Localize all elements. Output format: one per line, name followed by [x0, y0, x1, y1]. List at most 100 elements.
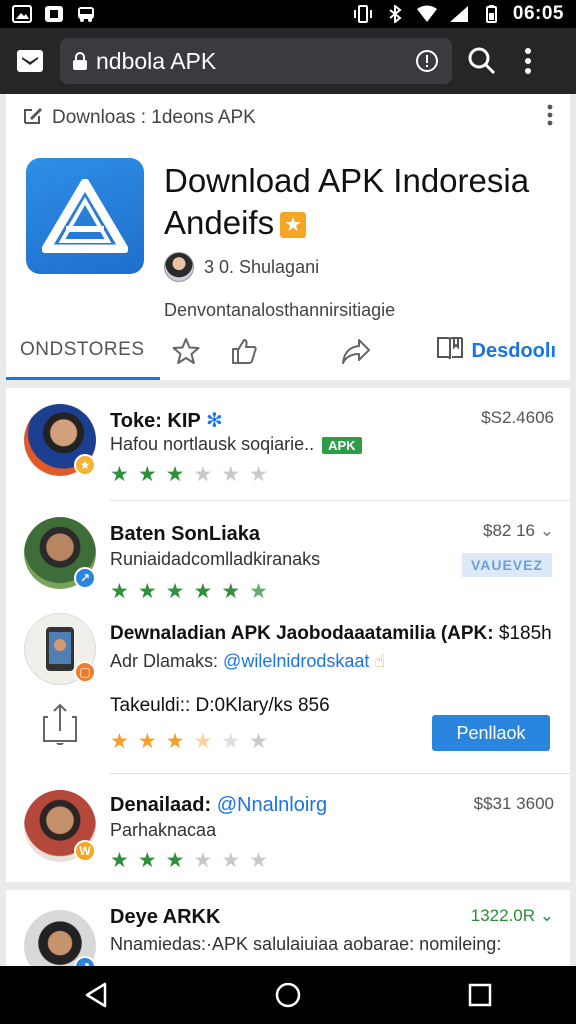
- breadcrumb: Downloas : 1deons APK: [22, 104, 554, 132]
- star-icon: ★: [137, 730, 157, 753]
- download-label: Desdoolı: [471, 339, 556, 362]
- item-price: $S2.4606: [481, 408, 554, 427]
- item-subtitle: Adr Dlamaks: @wilelnidrodskaat ☝: [110, 651, 386, 671]
- rating-stars: ★ ★ ★ ★ ★ ★: [110, 464, 268, 485]
- app-badge-icon: W: [74, 840, 96, 862]
- app-logo: [26, 158, 144, 274]
- item-title: Takeuldi:: D:0Klary/ks 856: [110, 695, 330, 716]
- home-icon[interactable]: [268, 975, 308, 1015]
- recents-icon[interactable]: [460, 975, 500, 1015]
- app-description: Denvontanalosthannirsitiagie: [164, 300, 396, 320]
- share-upload-icon[interactable]: [42, 703, 78, 747]
- star-icon: ★: [165, 849, 185, 872]
- phone-icon: [46, 627, 74, 671]
- item-title: Deye ARKK: [110, 906, 221, 928]
- item-subtitle: Runiaidadcomlladkiranaks: [110, 549, 321, 569]
- more-vert-icon[interactable]: [546, 104, 554, 132]
- chevron-down-icon: ⌄: [539, 906, 554, 925]
- list-item[interactable]: W Denailaad: @Nnalnloirg $$31 3600 Parha…: [6, 774, 570, 882]
- page-title: Download APK Indoresia Andeifs ★: [164, 160, 564, 244]
- item-price: $82 16 ⌄: [483, 521, 554, 540]
- download-link[interactable]: Desdoolı: [436, 335, 556, 367]
- rating-stars: ★ ★ ★ ★ ★ ★: [110, 731, 268, 752]
- star-icon: ★: [137, 580, 157, 603]
- star-icon: ★: [221, 463, 241, 486]
- lock-icon: [72, 52, 88, 70]
- book-icon: [436, 335, 464, 367]
- breadcrumb-text[interactable]: Downloas : 1deons APK: [52, 107, 256, 129]
- app-list-card: ★ Toke: KIP ✻ $S2.4606 Hafou nortlausk s…: [6, 388, 570, 882]
- star-icon: ★: [193, 730, 213, 753]
- a-letter-logo-icon: [42, 179, 128, 253]
- item-subtitle: Nnamiedas:·APK salulaiuiaa aobarae: nomi…: [110, 934, 502, 954]
- browser-toolbar: ndbola APK: [0, 28, 576, 94]
- status-badge: VAUEVEZ: [462, 553, 552, 577]
- share-icon[interactable]: [341, 336, 371, 366]
- app-header-card: Downloas : 1deons APK Download APK Indor…: [6, 94, 570, 380]
- star-icon: ★: [193, 580, 213, 603]
- star-icon: ★: [137, 463, 157, 486]
- clock: 06:05: [512, 3, 564, 24]
- star-icon: ★: [249, 849, 268, 872]
- navigation-bar: [0, 966, 576, 1024]
- star-icon: ★: [249, 580, 268, 603]
- list-item[interactable]: ▢ Dewnaladian APK Jaobodaaatamilia (APK:…: [6, 609, 570, 689]
- download-button[interactable]: Penllaok: [432, 715, 550, 751]
- star-icon: ★: [193, 849, 213, 872]
- search-icon[interactable]: [466, 45, 498, 77]
- signal-icon: [449, 5, 469, 23]
- list-item[interactable]: ↗ Baten SonLiaka $82 16 ⌄ Runiaidadcomll…: [6, 501, 570, 609]
- bluetooth-icon: [385, 3, 405, 25]
- chevron-down-icon: ⌄: [539, 521, 554, 540]
- page-title-line1: Download APK Indoresia: [164, 162, 530, 199]
- author-row[interactable]: 3 0. Shulagani: [164, 252, 319, 282]
- app-badge-icon: ▢: [74, 661, 96, 683]
- action-bar: ONDSTORES Desdoolı: [6, 322, 570, 380]
- active-tab-indicator: [6, 377, 160, 380]
- list-item[interactable]: ↗ Deye ARKK 1322.0R ⌄ Nnamiedas:·APK sal…: [6, 890, 570, 966]
- star-icon: ★: [165, 463, 185, 486]
- star-icon: ★: [110, 849, 129, 872]
- star-icon: ★: [193, 463, 213, 486]
- back-icon[interactable]: [76, 975, 116, 1015]
- tabs-icon[interactable]: [14, 45, 46, 77]
- apk-tag: APK: [322, 436, 362, 454]
- item-subtitle: Parhaknacaa: [110, 820, 217, 840]
- url-text: ndbola APK: [96, 47, 217, 74]
- star-icon: ★: [249, 730, 268, 753]
- image-icon: [12, 5, 32, 23]
- item-subtitle: Hafou nortlausk soqiarie.. APK: [110, 434, 362, 455]
- info-icon[interactable]: [414, 48, 440, 74]
- edit-icon[interactable]: [22, 104, 44, 132]
- list-item[interactable]: ★ Toke: KIP ✻ $S2.4606 Hafou nortlausk s…: [6, 388, 570, 501]
- star-icon[interactable]: [171, 336, 201, 366]
- item-title: Toke: KIP ✻: [110, 410, 223, 432]
- star-icon: ★: [110, 730, 129, 753]
- item-title: Dewnaladian APK Jaobodaaatamilia (APK: $…: [110, 623, 552, 644]
- star-badge-icon: ★: [74, 454, 96, 476]
- star-icon: ★: [221, 730, 241, 753]
- list-item[interactable]: Takeuldi:: D:0Klary/ks 856 ★ ★ ★ ★ ★ ★ Penlla…: [6, 689, 570, 774]
- url-bar[interactable]: ndbola APK: [60, 38, 452, 84]
- vibrate-icon: [353, 5, 373, 23]
- item-price: 1322.0R ⌄: [470, 906, 554, 925]
- item-title: Baten SonLiaka: [110, 523, 261, 545]
- thumbs-up-icon[interactable]: [229, 336, 259, 366]
- star-icon: ★: [221, 849, 241, 872]
- status-bar: 06:05: [0, 0, 576, 28]
- star-icon: ★: [249, 463, 268, 486]
- link-badge-icon: ↗: [74, 567, 96, 589]
- item-title: Denailaad: @Nnalnloirg: [110, 794, 328, 816]
- star-icon: ★: [221, 580, 241, 603]
- rating-stars: ★ ★ ★ ★ ★ ★: [110, 581, 268, 602]
- tab-ondstores[interactable]: ONDSTORES: [20, 339, 145, 363]
- car-icon: [76, 5, 96, 23]
- more-vert-icon[interactable]: [512, 45, 544, 77]
- author-name: 3 0. Shulagani: [204, 256, 320, 277]
- star-icon: ★: [165, 580, 185, 603]
- app-list-card-partial: ↗ Deye ARKK 1322.0R ⌄ Nnamiedas:·APK sal…: [6, 890, 570, 966]
- rating-stars: ★ ★ ★ ★ ★ ★: [110, 850, 268, 871]
- star-icon: ★: [165, 730, 185, 753]
- battery-icon: [481, 5, 501, 23]
- avatar: [164, 252, 194, 282]
